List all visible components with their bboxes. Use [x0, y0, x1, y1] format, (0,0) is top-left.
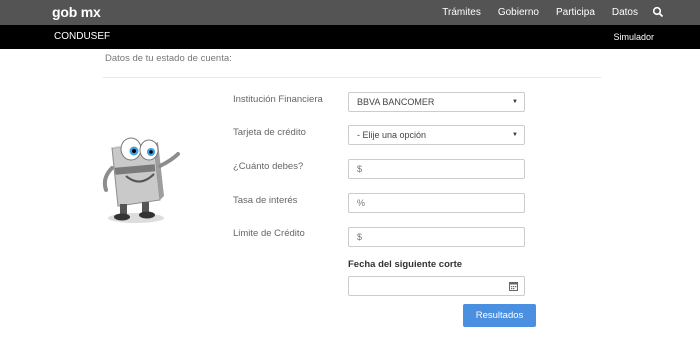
limite-input[interactable] [357, 232, 516, 242]
condusef-brand[interactable]: CONDUSEF [54, 31, 110, 42]
nav-gobierno[interactable]: Gobierno [498, 7, 539, 18]
label-institucion: Institución Financiera [233, 94, 323, 105]
resultados-button[interactable]: Resultados [463, 304, 536, 327]
fecha-corte-field[interactable] [348, 276, 525, 296]
limite-field[interactable] [348, 227, 525, 247]
calendar-icon[interactable] [509, 281, 518, 291]
label-tasa: Tasa de interés [233, 195, 298, 206]
tasa-input[interactable] [357, 198, 516, 208]
top-navbar: gob mx Trámites Gobierno Participa Datos [0, 0, 700, 25]
credit-card-mascot-image [96, 126, 186, 226]
institucion-select[interactable]: BBVA BANCOMER ▼ [348, 92, 525, 112]
top-nav: Trámites Gobierno Participa Datos [425, 0, 664, 25]
nav-tramites[interactable]: Trámites [442, 7, 481, 18]
label-fecha-corte: Fecha del siguiente corte [348, 259, 463, 270]
nav-participa[interactable]: Participa [556, 7, 595, 18]
simulador-link[interactable]: Simulador [613, 32, 654, 42]
gobmx-logo[interactable]: gob mx [52, 4, 101, 20]
divider [103, 77, 601, 78]
nav-datos[interactable]: Datos [612, 7, 638, 18]
tasa-field[interactable] [348, 193, 525, 213]
institucion-selected: BBVA BANCOMER [357, 97, 435, 107]
tarjeta-selected: - Elije una opción [357, 130, 427, 140]
label-limite: Limite de Crédito [233, 228, 305, 239]
section-title: Datos de tu estado de cuenta: [105, 53, 232, 64]
tarjeta-select[interactable]: - Elije una opción ▼ [348, 125, 525, 145]
cuanto-debes-field[interactable] [348, 159, 525, 179]
search-icon[interactable] [652, 5, 664, 17]
cuanto-debes-input[interactable] [357, 164, 516, 174]
chevron-down-icon: ▼ [512, 99, 518, 105]
sub-navbar: CONDUSEF Simulador [0, 25, 700, 49]
chevron-down-icon: ▼ [512, 132, 518, 138]
label-tarjeta: Tarjeta de crédito [233, 127, 306, 138]
label-cuanto-debes: ¿Cuánto debes? [233, 161, 304, 172]
